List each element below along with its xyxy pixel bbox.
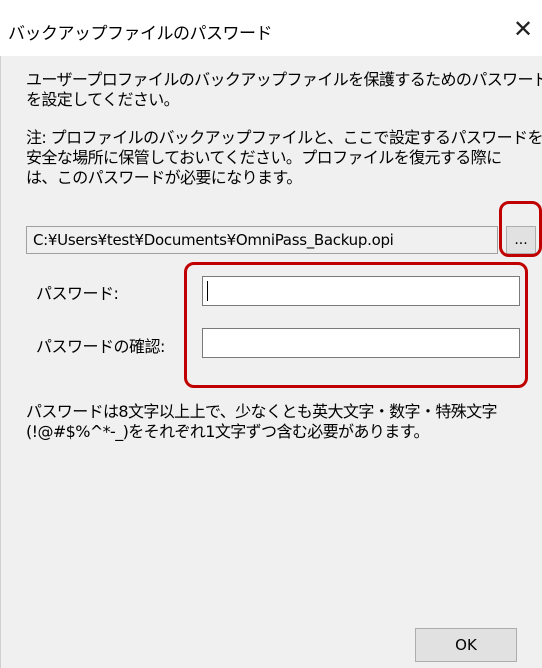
backup-path-field[interactable]: C:¥Users¥test¥Documents¥OmniPass_Backup.… — [26, 226, 498, 254]
dialog-title: バックアップファイルのパスワード — [8, 24, 273, 44]
requirements-line-2: (!@#$%^*-_)をそれぞれ1文字ずつ含む必要があります。 — [26, 422, 429, 441]
description-line-2: を設定してください。 — [26, 90, 180, 109]
note-line-3: は、このパスワードが必要になります。 — [26, 168, 302, 187]
requirements-line-1: パスワードは8文字以上上で、少なくとも英大文字・数字・特殊文字 — [26, 402, 498, 421]
window-border — [0, 56, 1, 668]
password-dialog: バックアップファイルのパスワード ✕ ユーザープロファイルのバックアップファイル… — [0, 0, 542, 668]
password-label: パスワード: — [36, 284, 119, 303]
note-line-2: 安全な場所に保管しておいてください。プロファイルを復元する際に — [26, 148, 502, 167]
note-line-1: 注: プロファイルのバックアップファイルと、ここで設定するパスワードを — [26, 128, 542, 147]
ok-button[interactable]: OK — [415, 628, 517, 662]
password-highlight-box — [184, 262, 528, 388]
title-bar: バックアップファイルのパスワード ✕ — [0, 0, 542, 56]
close-icon[interactable]: ✕ — [508, 14, 538, 44]
confirm-password-label: パスワードの確認: — [36, 337, 165, 356]
browse-highlight-box — [499, 201, 542, 257]
description-line-1: ユーザープロファイルのバックアップファイルを保護するためのパスワード — [26, 70, 542, 89]
